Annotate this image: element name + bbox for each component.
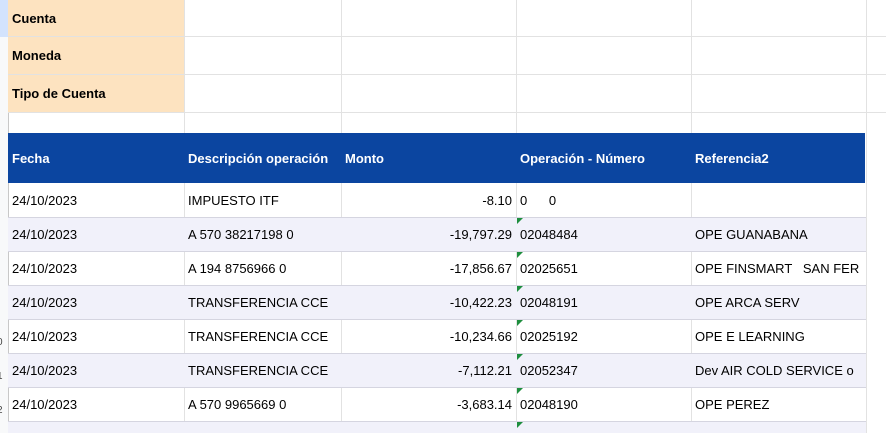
comment-marker-icon[interactable] — [517, 218, 523, 224]
cell-fecha[interactable]: 24/10/2023 — [8, 184, 184, 217]
header-fecha[interactable]: Fecha — [8, 133, 185, 183]
row-number[interactable]: 0 — [0, 337, 8, 348]
cell-descripcion[interactable]: TRANSFERENCIA CCE — [184, 320, 341, 353]
cell-operacion-numero[interactable]: 02048484 — [516, 218, 691, 251]
cell-monto[interactable]: -10,234.66 — [341, 320, 516, 353]
cell-operacion-numero[interactable]: 02048190 — [516, 388, 691, 421]
comment-marker-icon[interactable] — [517, 286, 523, 292]
cell-operacion-numero[interactable]: 02052347 — [516, 354, 691, 387]
cell-referencia2[interactable]: OPE PEREZ — [691, 388, 866, 421]
cell-operacion-numero[interactable]: 02025192 — [516, 320, 691, 353]
header-monto[interactable]: Monto — [341, 133, 517, 183]
cell-fecha[interactable]: 24/10/2023 — [8, 286, 184, 319]
cell-monto[interactable]: -17,856.67 — [341, 252, 516, 285]
cell-fecha[interactable]: 24/10/2023 — [8, 388, 184, 421]
row-header-selected[interactable] — [0, 0, 8, 37]
cell-descripcion[interactable]: TRANSFERENCIA CCE — [184, 286, 341, 319]
cell-monto[interactable]: -7,112.21 — [341, 354, 516, 387]
cell-descripcion[interactable]: A 194 8756966 0 — [184, 252, 341, 285]
info-label-tipo-cuenta[interactable]: Tipo de Cuenta — [8, 75, 184, 112]
cell-descripcion[interactable]: A 570 9965669 0 — [184, 388, 341, 421]
cell-operacion-numero[interactable]: 02025651 — [516, 252, 691, 285]
header-operacion-numero[interactable]: Operación - Número — [516, 133, 692, 183]
cell-referencia2[interactable] — [691, 184, 866, 217]
cell-fecha[interactable]: 24/10/2023 — [8, 320, 184, 353]
cell-descripcion[interactable]: TRANSFERENCIA CCE — [184, 354, 341, 387]
comment-marker-icon[interactable] — [517, 354, 523, 360]
comment-marker-icon[interactable] — [517, 252, 523, 258]
cell-referencia2[interactable]: OPE ARCA SERV — [691, 286, 866, 319]
cell-monto[interactable]: -8.10 — [341, 184, 516, 217]
cell-operacion-numero[interactable]: 0 0 — [516, 184, 691, 217]
cell-monto[interactable]: -10,422.23 — [341, 286, 516, 319]
table-row — [8, 422, 866, 433]
cell-descripcion[interactable]: IMPUESTO ITF — [184, 184, 341, 217]
header-descripcion[interactable]: Descripción operación — [184, 133, 342, 183]
cell-monto[interactable]: -19,797.29 — [341, 218, 516, 251]
cell-fecha[interactable]: 24/10/2023 — [8, 218, 184, 251]
info-label-moneda[interactable]: Moneda — [8, 37, 184, 74]
cell-fecha[interactable]: 24/10/2023 — [8, 354, 184, 387]
cell-fecha[interactable]: 24/10/2023 — [8, 252, 184, 285]
cell-operacion-numero[interactable]: 02048191 — [516, 286, 691, 319]
comment-marker-icon[interactable] — [517, 422, 523, 428]
row-number[interactable]: 1 — [0, 371, 8, 382]
cell-referencia2[interactable]: OPE E LEARNING — [691, 320, 866, 353]
row-gridline — [8, 112, 886, 113]
header-referencia2[interactable]: Referencia2 — [691, 133, 866, 183]
cell-descripcion[interactable]: A 570 38217198 0 — [184, 218, 341, 251]
cell-referencia2[interactable]: OPE GUANABANA — [691, 218, 866, 251]
comment-marker-icon[interactable] — [517, 320, 523, 326]
cell-monto[interactable]: -3,683.14 — [341, 388, 516, 421]
info-label-cuenta[interactable]: Cuenta — [8, 0, 184, 36]
row-number[interactable]: 2 — [0, 405, 8, 416]
cell-referencia2[interactable]: OPE FINSMART SAN FER — [691, 252, 886, 285]
cell-referencia2[interactable]: Dev AIR COLD SERVICE o — [691, 354, 866, 387]
comment-marker-icon[interactable] — [517, 388, 523, 394]
column-gridline — [866, 0, 867, 433]
